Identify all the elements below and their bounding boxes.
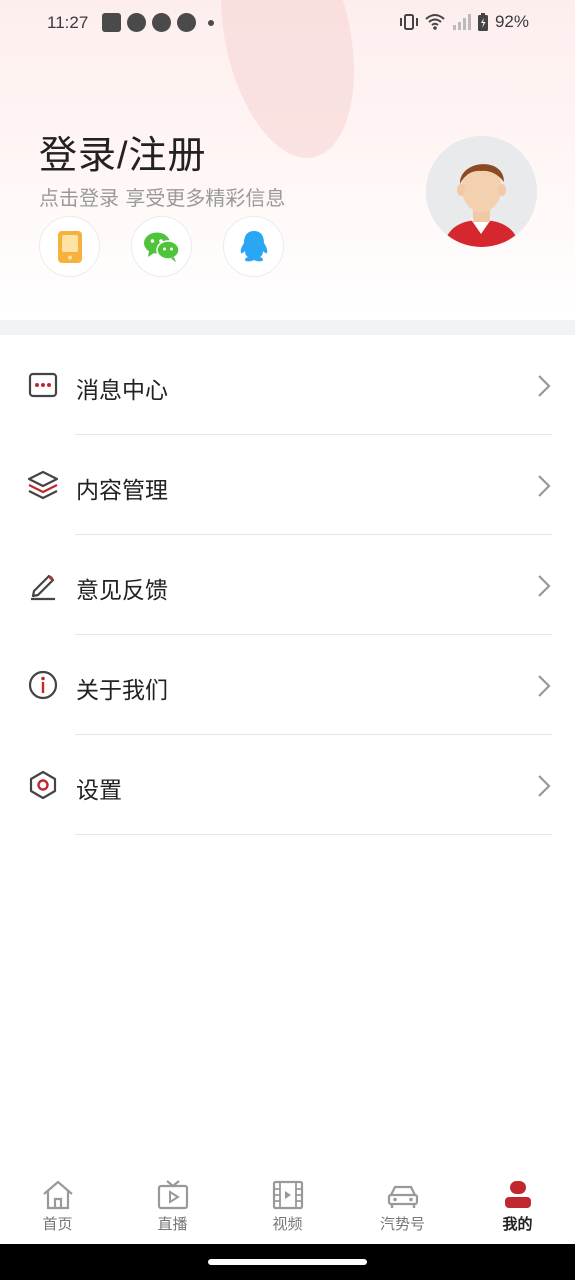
qq-login-button[interactable] — [223, 216, 284, 277]
default-avatar-icon — [426, 136, 537, 247]
menu-label: 意见反馈 — [76, 578, 168, 604]
app-notification-icon — [127, 13, 146, 32]
tab-mine[interactable]: 我的 — [460, 1168, 575, 1244]
menu-item-about-us[interactable]: 关于我们 — [0, 635, 575, 735]
more-notifications-dot — [208, 19, 214, 26]
row-divider — [75, 834, 552, 835]
tab-label: 汽势号 — [379, 1215, 425, 1233]
pencil-icon — [31, 574, 55, 601]
phone-icon — [57, 230, 82, 263]
system-navigation-bar — [0, 1244, 575, 1280]
tab-label: 直播 — [157, 1215, 188, 1233]
battery-percent: 92% — [494, 12, 529, 31]
tab-home[interactable]: 首页 — [0, 1168, 115, 1244]
notification-icons — [102, 13, 214, 32]
menu-label: 内容管理 — [76, 478, 168, 504]
login-subtitle: 点击登录 享受更多精彩信息 — [39, 186, 286, 210]
vibrate-icon — [399, 14, 418, 30]
status-time: 11:27 — [47, 13, 89, 32]
login-title[interactable]: 登录/注册 — [39, 124, 207, 179]
tab-label: 视频 — [272, 1215, 303, 1233]
status-right: 92% — [399, 12, 529, 32]
info-icon — [28, 670, 58, 700]
menu-label: 消息中心 — [76, 378, 168, 404]
menu-label: 设置 — [76, 778, 122, 804]
status-bar: 11:27 92% — [0, 0, 575, 48]
layers-icon — [27, 470, 59, 500]
avatar[interactable] — [426, 136, 537, 247]
car-icon — [387, 1185, 418, 1208]
wechat-icon — [143, 232, 180, 262]
phone-login-button[interactable] — [39, 216, 100, 277]
menu-item-content-management[interactable]: 内容管理 — [0, 435, 575, 535]
app-notification-icon — [177, 13, 196, 32]
bottom-tab-bar: 首页 直播 视频 汽势号 我的 — [0, 1168, 575, 1244]
mail-icon — [102, 13, 121, 32]
settings-menu: 消息中心 内容管理 意见反馈 关于我们 设置 — [0, 335, 575, 835]
chevron-right-icon — [538, 475, 551, 497]
video-icon — [272, 1180, 303, 1210]
menu-label: 关于我们 — [76, 678, 168, 704]
chevron-right-icon — [538, 375, 551, 397]
settings-hex-icon — [29, 770, 57, 800]
signal-icon — [452, 14, 471, 30]
chevron-right-icon — [538, 575, 551, 597]
battery-charging-icon — [477, 13, 488, 31]
wifi-icon — [425, 14, 445, 30]
tab-video[interactable]: 视频 — [230, 1168, 345, 1244]
menu-item-settings[interactable]: 设置 — [0, 735, 575, 835]
menu-item-messages[interactable]: 消息中心 — [0, 335, 575, 435]
home-icon — [42, 1180, 73, 1210]
home-gesture-handle[interactable] — [208, 1259, 367, 1265]
tab-live[interactable]: 直播 — [115, 1168, 230, 1244]
tab-brand-accounts[interactable]: 汽势号 — [345, 1168, 460, 1244]
qq-icon — [240, 230, 267, 261]
tab-label: 首页 — [42, 1215, 73, 1233]
tab-label: 我的 — [502, 1215, 533, 1233]
message-icon — [28, 372, 58, 398]
user-icon — [504, 1181, 531, 1208]
app-notification-icon — [152, 13, 171, 32]
menu-item-feedback[interactable]: 意见反馈 — [0, 535, 575, 635]
wechat-login-button[interactable] — [131, 216, 192, 277]
chevron-right-icon — [538, 775, 551, 797]
tv-icon — [157, 1180, 188, 1210]
chevron-right-icon — [538, 675, 551, 697]
section-divider — [0, 320, 575, 335]
